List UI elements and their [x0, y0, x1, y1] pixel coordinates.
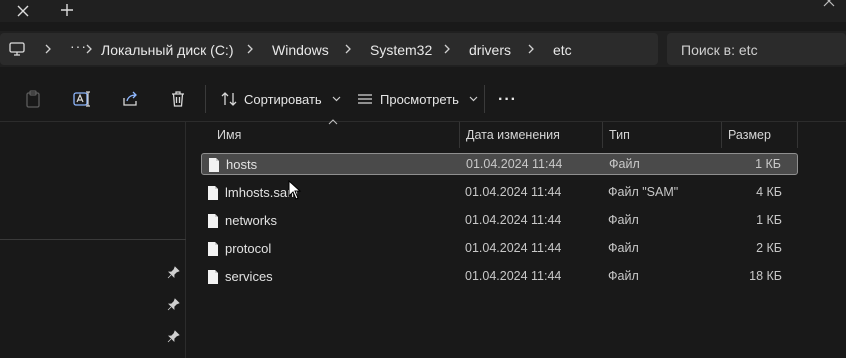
computer-icon[interactable] — [8, 41, 26, 57]
file-type: Файл — [608, 213, 639, 227]
plus-icon[interactable] — [58, 1, 76, 19]
file-type: Файл — [608, 241, 639, 255]
file-type: Файл "SAM" — [608, 185, 679, 199]
view-button[interactable]: Просмотреть — [356, 87, 478, 111]
file-row-hosts[interactable]: hosts 01.04.2024 11:44 Файл 1 КБ — [201, 153, 798, 175]
file-date: 01.04.2024 11:44 — [465, 185, 562, 199]
delete-icon[interactable] — [168, 89, 188, 109]
file-icon — [208, 186, 218, 200]
mouse-cursor-icon — [288, 180, 302, 200]
more-options-button[interactable]: ··· — [498, 91, 517, 109]
paste-icon[interactable] — [23, 89, 43, 109]
share-icon[interactable] — [120, 89, 140, 109]
file-icon — [208, 214, 218, 228]
column-headers: Имя Дата изменения Тип Размер — [187, 119, 846, 148]
breadcrumb-windows[interactable]: Windows — [272, 42, 329, 58]
column-header-date[interactable]: Дата изменения — [460, 122, 603, 148]
window-close-icon[interactable] — [818, 0, 838, 10]
toolbar-divider — [484, 85, 485, 113]
pin-icon[interactable] — [167, 330, 180, 343]
file-row-protocol[interactable]: protocol 01.04.2024 11:44 Файл 2 КБ — [201, 238, 798, 260]
file-size: 2 КБ — [756, 241, 782, 255]
chevron-right-icon — [444, 44, 450, 54]
chevron-down-icon — [332, 96, 341, 102]
file-name: hosts — [226, 157, 258, 172]
breadcrumb[interactable]: ··· Локальный диск (C:) Windows System32… — [0, 33, 658, 65]
file-name: protocol — [225, 241, 272, 256]
file-size: 4 КБ — [756, 185, 782, 199]
file-icon — [209, 158, 219, 172]
file-row-services[interactable]: services 01.04.2024 11:44 Файл 18 КБ — [201, 266, 798, 288]
chevron-right-icon — [86, 44, 92, 54]
tab-bar — [0, 0, 846, 22]
chevron-right-icon — [247, 44, 253, 54]
toolbar-divider — [205, 85, 206, 113]
file-size: 1 КБ — [756, 213, 782, 227]
list-view-icon — [358, 94, 372, 104]
nav-divider — [0, 239, 186, 240]
chevron-right-icon — [45, 44, 51, 54]
view-label: Просмотреть — [380, 91, 459, 107]
command-toolbar: Сортировать Просмотреть ··· — [0, 76, 846, 122]
file-type: Файл — [608, 269, 639, 283]
breadcrumb-etc[interactable]: etc — [553, 42, 572, 58]
file-size: 1 КБ — [755, 157, 781, 171]
breadcrumb-local-disk[interactable]: Локальный диск (C:) — [101, 42, 234, 58]
file-name: networks — [225, 213, 278, 228]
search-placeholder: Поиск в: etc — [681, 42, 758, 58]
column-header-name[interactable]: Имя — [211, 122, 460, 148]
rename-icon[interactable] — [72, 89, 92, 109]
file-name: services — [225, 269, 273, 284]
sort-button[interactable]: Сортировать — [220, 87, 341, 111]
close-icon[interactable] — [14, 2, 32, 20]
pin-icon[interactable] — [167, 298, 180, 311]
breadcrumb-system32[interactable]: System32 — [370, 42, 432, 58]
chevron-down-icon — [469, 96, 478, 102]
navigation-pane — [0, 122, 186, 358]
file-size: 18 КБ — [749, 269, 782, 283]
search-input[interactable]: Поиск в: etc — [667, 33, 846, 65]
file-icon — [208, 270, 218, 284]
column-header-type[interactable]: Тип — [603, 122, 722, 148]
address-bar: ··· Локальный диск (C:) Windows System32… — [0, 31, 846, 67]
sort-icon — [221, 92, 237, 106]
breadcrumb-drivers[interactable]: drivers — [469, 42, 511, 58]
file-list: Имя Дата изменения Тип Размер hosts 01.0… — [187, 119, 846, 358]
file-date: 01.04.2024 11:44 — [466, 157, 563, 171]
file-date: 01.04.2024 11:44 — [465, 269, 562, 283]
pin-icon[interactable] — [167, 266, 180, 279]
chevron-right-icon — [528, 44, 534, 54]
chevron-right-icon — [345, 44, 351, 54]
file-date: 01.04.2024 11:44 — [465, 241, 562, 255]
file-icon — [208, 242, 218, 256]
file-row-networks[interactable]: networks 01.04.2024 11:44 Файл 1 КБ — [201, 210, 798, 232]
file-type: Файл — [609, 157, 640, 171]
sort-label: Сортировать — [244, 91, 322, 107]
file-date: 01.04.2024 11:44 — [465, 213, 562, 227]
column-header-size[interactable]: Размер — [722, 122, 798, 148]
